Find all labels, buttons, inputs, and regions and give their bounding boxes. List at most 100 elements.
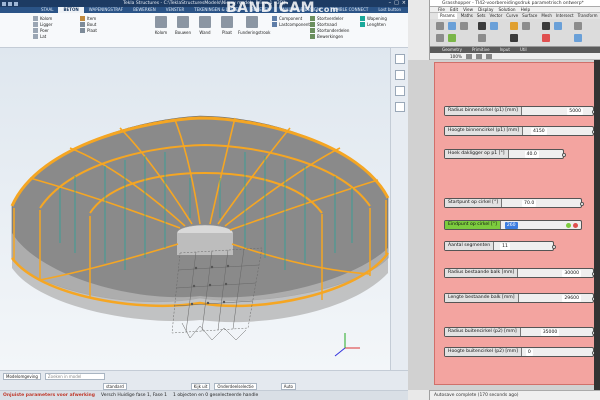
concrete-column-icon bbox=[155, 16, 167, 28]
layers-icon[interactable] bbox=[394, 86, 405, 96]
concrete-beam-icon bbox=[177, 16, 189, 28]
maximize-icon[interactable]: □ bbox=[394, 0, 399, 7]
length-icon bbox=[360, 21, 365, 27]
auto-dropdown[interactable]: Auto bbox=[280, 382, 296, 390]
model-search-input[interactable]: Zoeken in model bbox=[44, 372, 105, 380]
grasshopper-header: Grasshopper - TI42-voorbereidingsdruk pa… bbox=[430, 0, 600, 60]
menu-view[interactable]: View bbox=[463, 7, 473, 12]
component-icon[interactable] bbox=[490, 22, 498, 30]
tekla-side-panel bbox=[390, 48, 408, 370]
grasshopper-title-bar: Grasshopper - TI42-voorbereidingsdruk pa… bbox=[430, 0, 600, 7]
ribbon-big-plaat[interactable]: Plaat bbox=[216, 16, 238, 35]
component-icon[interactable] bbox=[522, 22, 530, 30]
pour-divider-icon bbox=[310, 15, 315, 21]
ribbon-big-wand[interactable]: Wand bbox=[194, 16, 216, 35]
save-icon[interactable] bbox=[465, 53, 472, 59]
ribbon-wapening[interactable]: Wapening bbox=[360, 15, 387, 21]
ribbon-lenghten[interactable]: Lenghten bbox=[360, 21, 387, 27]
category-util[interactable]: Util bbox=[520, 47, 527, 53]
component-icon[interactable] bbox=[574, 22, 582, 30]
slider-aantal-segmenten[interactable]: Aantal segmenten 11 bbox=[444, 241, 556, 251]
slider-hoogte-binnencirkel[interactable]: Hoogte binnencirkel (p1) [mm] 4150 bbox=[444, 126, 596, 136]
tekla-bottom-toolbar: Modelomgeving Zoeken in model standard K… bbox=[0, 370, 408, 390]
snap-settings-dropdown[interactable]: standard bbox=[103, 382, 127, 390]
properties-icon[interactable] bbox=[394, 54, 405, 64]
ribbon-bout[interactable]: Bout bbox=[80, 21, 97, 27]
ribbon-ligger[interactable]: Ligger bbox=[33, 21, 53, 27]
catalog-icon[interactable] bbox=[394, 70, 405, 80]
preview-icon[interactable] bbox=[485, 53, 492, 59]
ribbon-lat[interactable]: Lat bbox=[33, 33, 53, 39]
menu-display[interactable]: Display bbox=[478, 7, 493, 12]
grasshopper-window: Grasshopper - TI42-voorbereidingsdruk pa… bbox=[408, 0, 600, 400]
slider-eindpunt[interactable]: Eindpunt op cirkel [°] 260 bbox=[444, 220, 582, 230]
zoom-level[interactable]: 100% bbox=[450, 54, 462, 59]
category-geometry[interactable]: Geometry bbox=[442, 47, 462, 53]
component-icon[interactable] bbox=[436, 22, 444, 30]
slider-radius-buitencirkel[interactable]: Radius buitencirkel (p2) [mm] 35000 bbox=[444, 327, 596, 337]
ribbon-lastcomponent[interactable]: Lastcomponent bbox=[272, 21, 310, 27]
output-grip[interactable] bbox=[562, 153, 566, 157]
component-icon[interactable] bbox=[574, 34, 582, 42]
component-icon[interactable] bbox=[460, 22, 468, 30]
category-input[interactable]: Input bbox=[500, 47, 510, 53]
confirm-icon[interactable] bbox=[566, 223, 571, 228]
menu-file[interactable]: File bbox=[438, 7, 445, 12]
ribbon-kolom[interactable]: Kolom bbox=[33, 15, 53, 21]
close-icon[interactable]: × bbox=[402, 0, 406, 7]
view-dropdown[interactable]: Kijk uit bbox=[190, 382, 211, 390]
component-icon[interactable] bbox=[478, 22, 486, 30]
output-grip[interactable] bbox=[552, 245, 556, 249]
component-icon[interactable] bbox=[510, 22, 518, 30]
ribbon-bewerkingen[interactable]: Bewerkingen bbox=[310, 33, 349, 39]
component-icon[interactable] bbox=[448, 22, 456, 30]
bolt-icon bbox=[80, 21, 85, 27]
zoom-icon[interactable] bbox=[475, 53, 482, 59]
category-primitive[interactable]: Primitive bbox=[472, 47, 490, 53]
edit-icon bbox=[310, 33, 315, 39]
slider-radius-bestaande-balk[interactable]: Radius bestaande balk [mm] 30000 bbox=[444, 268, 596, 278]
part-selection-dropdown[interactable]: Onderdeelselectie bbox=[214, 382, 257, 390]
output-grip[interactable] bbox=[580, 202, 584, 206]
views-icon[interactable] bbox=[394, 102, 405, 112]
minimize-icon[interactable]: – bbox=[389, 0, 392, 7]
ribbon-big-kolom[interactable]: Kolom bbox=[150, 16, 172, 35]
component-icon[interactable] bbox=[542, 22, 550, 30]
redo-icon[interactable] bbox=[14, 1, 18, 6]
component-icon[interactable] bbox=[554, 22, 562, 30]
ribbon-big-bouwen[interactable]: Bouwen bbox=[172, 16, 194, 35]
slider-lengte-bestaande-balk[interactable]: Lengte bestaande balk [mm] 29600 bbox=[444, 293, 596, 303]
component-icon[interactable] bbox=[448, 34, 456, 42]
cancel-icon[interactable] bbox=[573, 223, 578, 228]
pour-break-icon bbox=[310, 21, 315, 27]
slider-hoek-dakligger[interactable]: Hoek dakligger op p1 [°] 40.0 bbox=[444, 149, 566, 159]
slider-hoogte-buitencirkel[interactable]: Hoogte buitencirkel (p2) [mm] 0 bbox=[444, 347, 596, 357]
pour-units-icon bbox=[310, 27, 315, 33]
slider-radius-binnencirkel[interactable]: Radius binnencirkel (p1) [mm] 5000 bbox=[444, 106, 596, 116]
component-icon[interactable] bbox=[510, 34, 518, 42]
model-environment-selector[interactable]: Modelomgeving bbox=[3, 372, 41, 380]
plate-icon bbox=[80, 27, 85, 33]
ribbon: Kolom Ligger Poer Lat Item Bout Plaat Ko… bbox=[0, 13, 408, 48]
ribbon-big-fundering[interactable]: Funderingstrook bbox=[238, 16, 270, 35]
status-selection: 1 objecten en 0 geselecteerde handle bbox=[173, 393, 259, 398]
undo-icon[interactable] bbox=[8, 1, 12, 6]
model-viewport-3d[interactable] bbox=[0, 48, 390, 370]
menu-help[interactable]: Help bbox=[521, 7, 531, 12]
footing-icon bbox=[33, 27, 38, 33]
menu-solution[interactable]: Solution bbox=[499, 7, 516, 12]
ribbon-plaat[interactable]: Plaat bbox=[80, 27, 97, 33]
grasshopper-canvas[interactable]: Radius binnencirkel (p1) [mm] 5000 Hoogt… bbox=[408, 60, 600, 390]
status-message: Versch Huidige fase 1, Fase 1 bbox=[100, 393, 168, 398]
component-icon[interactable] bbox=[436, 34, 444, 42]
slider-value-editor[interactable]: 260 bbox=[504, 222, 518, 229]
component-icon[interactable] bbox=[542, 34, 550, 42]
beam-icon bbox=[33, 21, 38, 27]
menu-edit[interactable]: Edit bbox=[450, 7, 458, 12]
save-icon[interactable] bbox=[2, 1, 6, 6]
ribbon-item[interactable]: Item bbox=[80, 15, 97, 21]
slider-startpunt[interactable]: Startpunt op cirkel [°] 70.0 bbox=[444, 198, 584, 208]
component-icon[interactable] bbox=[478, 34, 486, 42]
window-controls: – □ × bbox=[389, 0, 406, 7]
axis-triad bbox=[334, 333, 360, 357]
